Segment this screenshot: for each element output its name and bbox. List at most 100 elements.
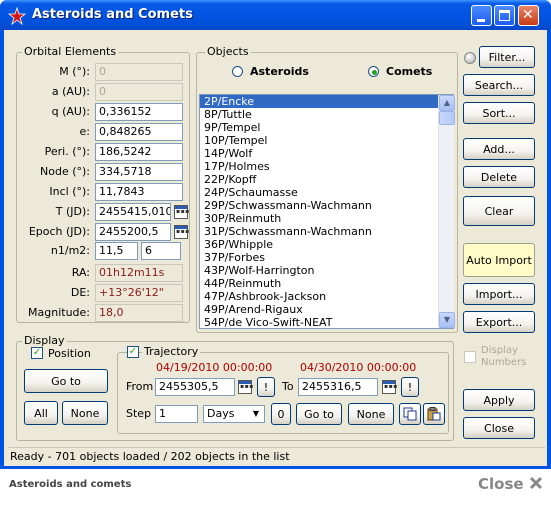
from-field[interactable]: 2455305,5	[155, 378, 235, 396]
orbital-label: a (AU):	[51, 85, 90, 98]
orbital-field[interactable]: 186,5242	[95, 143, 183, 161]
position-checkbox[interactable]: ✓	[31, 347, 43, 359]
trajectory-goto-button[interactable]: Go to	[296, 403, 342, 425]
clear-button[interactable]: Clear	[463, 196, 535, 226]
calendar-icon[interactable]: ▪▪▪	[174, 205, 189, 219]
orbital-label: Node (°):	[40, 165, 90, 178]
list-item[interactable]: 43P/Wolf-Harrington	[200, 264, 453, 277]
list-item[interactable]: 44P/Reinmuth	[200, 277, 453, 290]
orbital-label: q (AU):	[51, 105, 90, 118]
step-field[interactable]: 1	[155, 405, 198, 423]
list-item[interactable]: 29P/Schwassmann-Wachmann	[200, 199, 453, 212]
footer-caption: Asteroids and comets	[9, 479, 132, 490]
orbital-field: 0	[95, 83, 183, 101]
calendar-icon[interactable]: ▪▪▪	[174, 225, 189, 239]
from-calendar-icon[interactable]: ▪▪▪	[238, 380, 253, 394]
magnitude-label: Magnitude:	[28, 306, 90, 319]
scroll-thumb[interactable]	[439, 111, 455, 125]
trajectory-none-button[interactable]: None	[348, 403, 394, 425]
trajectory-checkbox[interactable]: ✓	[127, 346, 139, 358]
paste-button[interactable]	[423, 403, 445, 425]
footer-close-link[interactable]: Close	[478, 475, 543, 493]
filter-button[interactable]: Filter...	[479, 46, 535, 68]
list-item[interactable]: 9P/Tempel	[200, 121, 453, 134]
n1-field[interactable]: 11,5	[95, 242, 138, 260]
orbital-field[interactable]: 2455415,0102	[95, 203, 171, 221]
list-item[interactable]: 2P/Encke	[200, 95, 453, 108]
minimize-button[interactable]	[471, 5, 492, 26]
comets-radio-label[interactable]: Comets	[386, 65, 432, 78]
asteroids-radio[interactable]	[232, 66, 243, 77]
orbital-label: Epoch (JD):	[28, 225, 90, 238]
list-item[interactable]: 30P/Reinmuth	[200, 212, 453, 225]
asteroids-radio-label[interactable]: Asteroids	[250, 65, 309, 78]
step-unit-select[interactable]: Days ▼	[203, 405, 265, 423]
footer-close-icon	[529, 476, 542, 490]
orbital-elements-legend: Orbital Elements	[22, 45, 119, 58]
auto-import-button[interactable]: Auto Import	[463, 243, 535, 277]
to-calendar-icon[interactable]: ▪▪▪	[382, 380, 397, 394]
display-legend: Display	[22, 334, 67, 347]
position-goto-button[interactable]: Go to	[24, 369, 108, 393]
m2-field[interactable]: 6	[141, 242, 181, 260]
display-numbers-checkbox[interactable]	[464, 351, 476, 363]
list-item[interactable]: 17P/Holmes	[200, 160, 453, 173]
scroll-up-icon[interactable]: ▲	[439, 95, 455, 111]
list-item[interactable]: 22P/Kopff	[200, 173, 453, 186]
list-item[interactable]: 36P/Whipple	[200, 238, 453, 251]
sort-button[interactable]: Sort...	[463, 102, 535, 124]
scroll-down-icon[interactable]: ▼	[439, 312, 455, 328]
objects-list[interactable]: 2P/Encke 8P/Tuttle 9P/Tempel 10P/Tempel 14P/…	[199, 94, 454, 329]
paste-icon	[427, 407, 441, 421]
position-label: Position	[48, 347, 91, 360]
window-title: Asteroids and Comets	[32, 7, 193, 22]
all-button[interactable]: All	[24, 401, 58, 425]
objects-scrollbar[interactable]: ▲ ▼	[438, 95, 455, 328]
import-button[interactable]: Import...	[463, 283, 535, 305]
list-item[interactable]: 47P/Ashbrook-Jackson	[200, 290, 453, 303]
to-date-text: 04/30/2010 00:00:00	[300, 361, 417, 374]
copy-button[interactable]	[399, 403, 421, 425]
orbital-label: Incl (°):	[49, 185, 90, 198]
orbital-field[interactable]: 11,7843	[95, 183, 183, 201]
close-icon: ✕	[522, 7, 534, 23]
list-item[interactable]: 24P/Schaumasse	[200, 186, 453, 199]
display-numbers-label: Display Numbers	[481, 345, 527, 368]
magnitude-field: 18,0	[95, 304, 183, 322]
delete-button[interactable]: Delete	[463, 166, 535, 188]
close-window-button[interactable]: ✕	[518, 5, 539, 26]
add-button[interactable]: Add...	[463, 138, 535, 160]
orbital-field[interactable]: 2455200,5	[95, 223, 171, 241]
list-item[interactable]: 54P/de Vico-Swift-NEAT	[200, 316, 453, 328]
maximize-button[interactable]	[494, 5, 515, 26]
copy-icon	[403, 407, 417, 421]
orbital-label: Peri. (°):	[44, 145, 90, 158]
orbital-field[interactable]: 0,336152	[95, 103, 183, 121]
to-label: To	[282, 380, 294, 393]
list-item[interactable]: 49P/Arend-Rigaux	[200, 303, 453, 316]
from-label: From	[126, 380, 154, 393]
apply-button[interactable]: Apply	[463, 389, 535, 411]
objects-legend: Objects	[205, 45, 251, 58]
list-item[interactable]: 10P/Tempel	[200, 134, 453, 147]
to-now-button[interactable]: !	[401, 377, 419, 397]
list-item[interactable]: 37P/Forbes	[200, 251, 453, 264]
export-button[interactable]: Export...	[463, 311, 535, 333]
de-label: DE:	[70, 286, 90, 299]
step-zero-button[interactable]: 0	[271, 403, 291, 425]
list-item[interactable]: 8P/Tuttle	[200, 108, 453, 121]
chevron-down-icon[interactable]: ▼	[249, 407, 263, 421]
comet-app-icon	[8, 7, 26, 25]
step-label: Step	[126, 407, 152, 420]
close-button[interactable]: Close	[463, 417, 535, 439]
orbital-field[interactable]: 0,848265	[95, 123, 183, 141]
from-now-button[interactable]: !	[257, 377, 275, 397]
to-field[interactable]: 2455316,5	[298, 378, 378, 396]
orbital-field[interactable]: 334,5718	[95, 163, 183, 181]
none-button[interactable]: None	[62, 401, 108, 425]
comets-radio[interactable]	[368, 66, 379, 77]
search-button[interactable]: Search...	[463, 74, 535, 96]
filter-indicator-icon	[464, 52, 476, 64]
list-item[interactable]: 31P/Schwassmann-Wachmann	[200, 225, 453, 238]
list-item[interactable]: 14P/Wolf	[200, 147, 453, 160]
